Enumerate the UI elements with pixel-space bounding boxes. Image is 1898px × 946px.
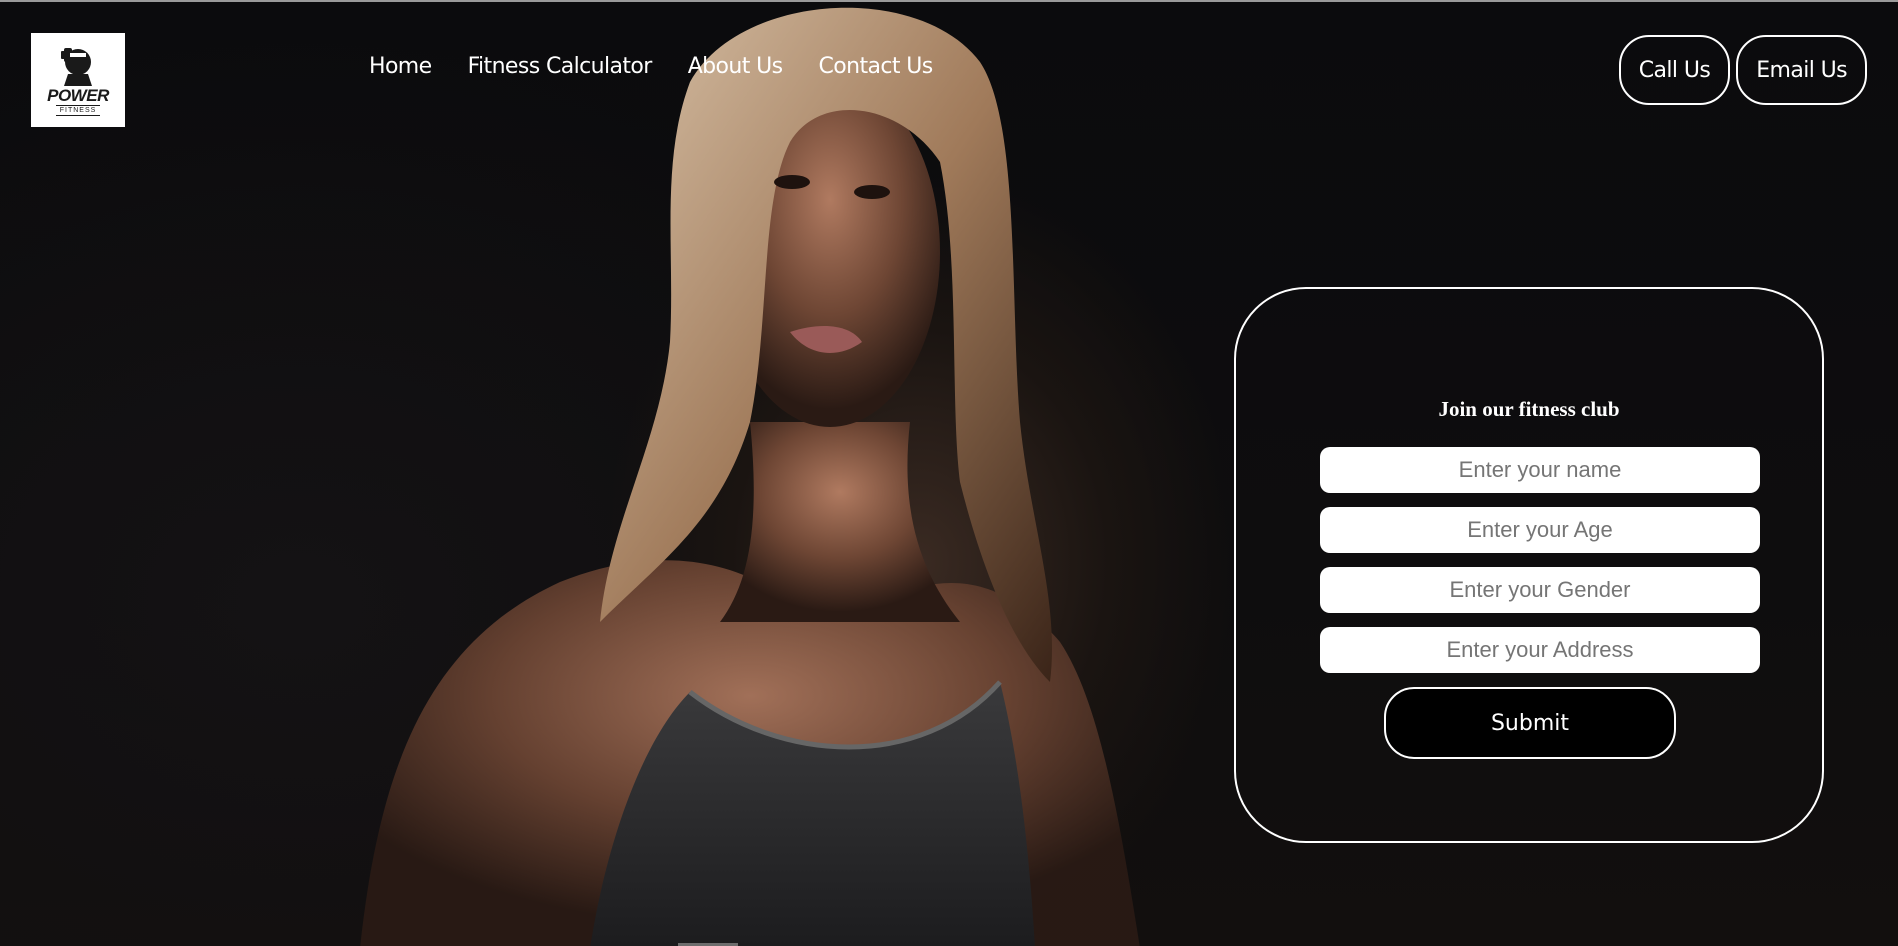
submit-button[interactable]: Submit [1384, 687, 1676, 759]
email-us-button[interactable]: Email Us [1736, 35, 1867, 105]
gender-input[interactable] [1320, 567, 1760, 613]
logo-text: POWER [47, 86, 109, 105]
nav-contact-us[interactable]: Contact Us [819, 54, 934, 79]
landing-page: POWER FITNESS Home Fitness Calculator Ab… [0, 0, 1898, 946]
join-form-title: Join our fitness club [1438, 397, 1620, 421]
nav-home[interactable]: Home [369, 54, 432, 79]
main-nav: Home Fitness Calculator About Us Contact… [369, 54, 933, 79]
join-form: Join our fitness club Submit [1234, 287, 1824, 843]
nav-about-us[interactable]: About Us [688, 54, 783, 79]
hero-photo [360, 7, 1140, 946]
address-input[interactable] [1320, 627, 1760, 673]
logo-subtext: FITNESS [55, 105, 101, 116]
name-input[interactable] [1320, 447, 1760, 493]
logo[interactable]: POWER FITNESS [31, 33, 125, 127]
header-actions: Call Us Email Us [1618, 35, 1867, 105]
nav-fitness-calculator[interactable]: Fitness Calculator [468, 54, 653, 79]
dumbbell-icon [61, 48, 92, 86]
call-us-button[interactable]: Call Us [1618, 35, 1731, 105]
age-input[interactable] [1320, 507, 1760, 553]
